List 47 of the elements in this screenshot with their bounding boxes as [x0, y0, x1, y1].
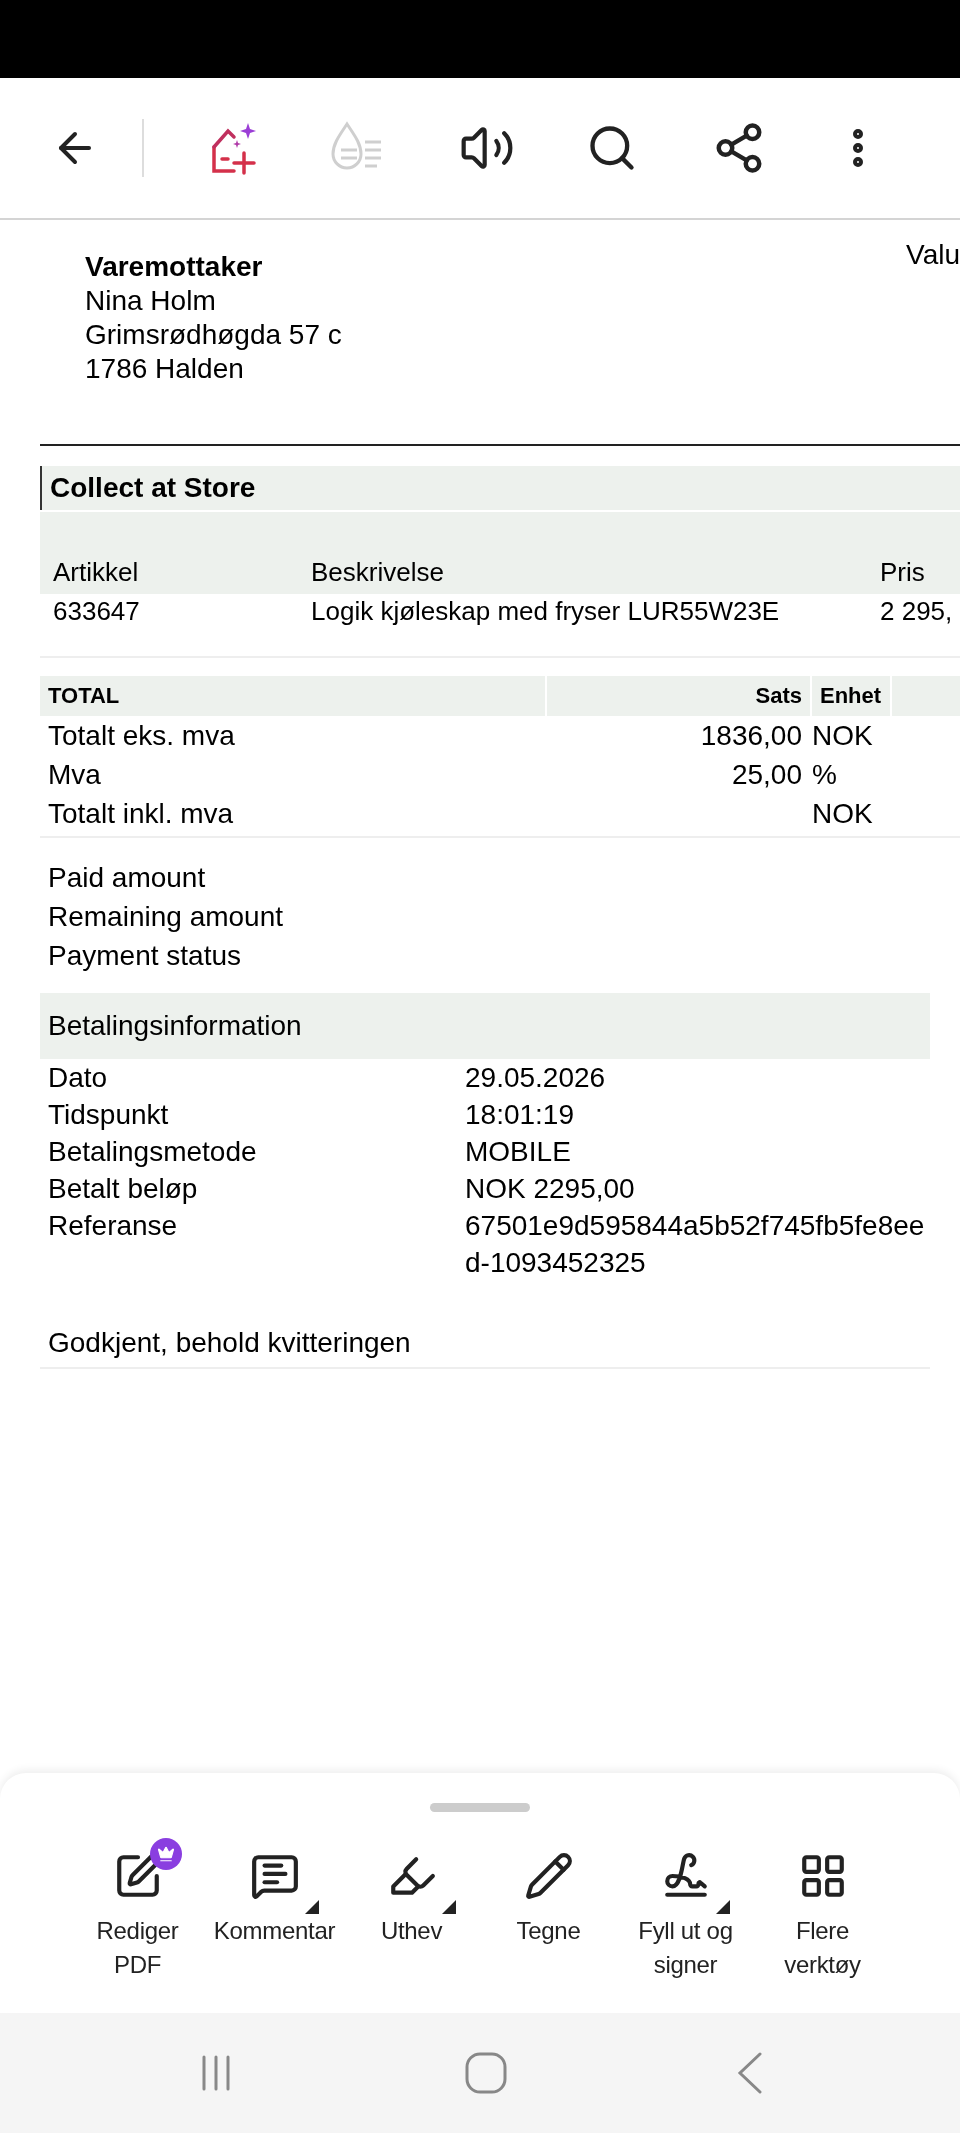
- home-icon[interactable]: [465, 2052, 507, 2094]
- address-line: 1786 Halden: [85, 352, 245, 386]
- recipient-heading: Varemottaker: [85, 250, 264, 284]
- table-cell-text: 25,00: [730, 758, 803, 791]
- table-cell-text: Totalt inkl. mva: [47, 797, 235, 830]
- summary-label: Paid amount: [47, 861, 207, 895]
- table-cell-text: NOK: [811, 719, 874, 752]
- column-header: TOTAL: [40, 676, 545, 716]
- field-label: Tidspunkt: [47, 1098, 170, 1132]
- drag-handle[interactable]: [430, 1803, 530, 1812]
- tool-button[interactable]: Uthev: [343, 1834, 480, 1982]
- column-header: Sats: [547, 676, 810, 716]
- field-label: Betalt beløp: [47, 1172, 199, 1206]
- table-cell-text: 1836,00: [699, 719, 803, 752]
- table-cell-text: 2 295,: [879, 595, 954, 627]
- field-value: NOK 2295,00: [465, 1172, 636, 1206]
- field-value: 29.05.2026: [465, 1061, 607, 1095]
- field-value: MOBILE: [465, 1135, 572, 1169]
- tool-button[interactable]: Tegne: [480, 1834, 617, 1982]
- section-title: Betalingsinformation: [48, 1010, 302, 1042]
- table-cell-text: Totalt eks. mva: [47, 719, 236, 752]
- summary-label: Remaining amount: [47, 900, 285, 934]
- tool-button[interactable]: Fyll ut og signer: [617, 1834, 754, 1982]
- pencil-icon: [523, 1851, 574, 1901]
- column-header: Enhet: [812, 676, 890, 716]
- tool-button[interactable]: Rediger PDF: [69, 1834, 206, 1982]
- column-heading: Valu: [906, 238, 960, 272]
- field-value: 18:01:19: [465, 1098, 575, 1132]
- field-label: Dato: [47, 1061, 109, 1095]
- table-cell-text: Mva: [47, 758, 102, 791]
- address-line: Grimsrødhøgda 57 c: [85, 318, 342, 352]
- table-cell-text: %: [811, 758, 838, 791]
- tool-button[interactable]: Kommentar: [206, 1834, 343, 1982]
- field-value: 67501e9d595844a5b52f745fb5fe8eed-1093452325: [465, 1209, 925, 1280]
- column-header: Pris: [879, 556, 926, 588]
- status-note: Godkjent, behold kvitteringen: [47, 1327, 412, 1359]
- summary-label: Payment status: [47, 939, 242, 973]
- column-header: Artikkel: [52, 556, 140, 588]
- table-cell-text: 633647: [52, 595, 141, 627]
- column-header: Beskrivelse: [310, 556, 445, 588]
- tool-button[interactable]: Flere verktøy: [754, 1834, 891, 1982]
- field-label: Referanse: [47, 1209, 179, 1243]
- section-title: Collect at Store: [50, 472, 256, 504]
- table-cell-text: NOK: [811, 797, 874, 830]
- field-label: Betalingsmetode: [47, 1135, 258, 1169]
- address-line: Nina Holm: [85, 284, 217, 318]
- table-cell-text: Logik kjøleskap med fryser LUR55W23E: [310, 595, 781, 627]
